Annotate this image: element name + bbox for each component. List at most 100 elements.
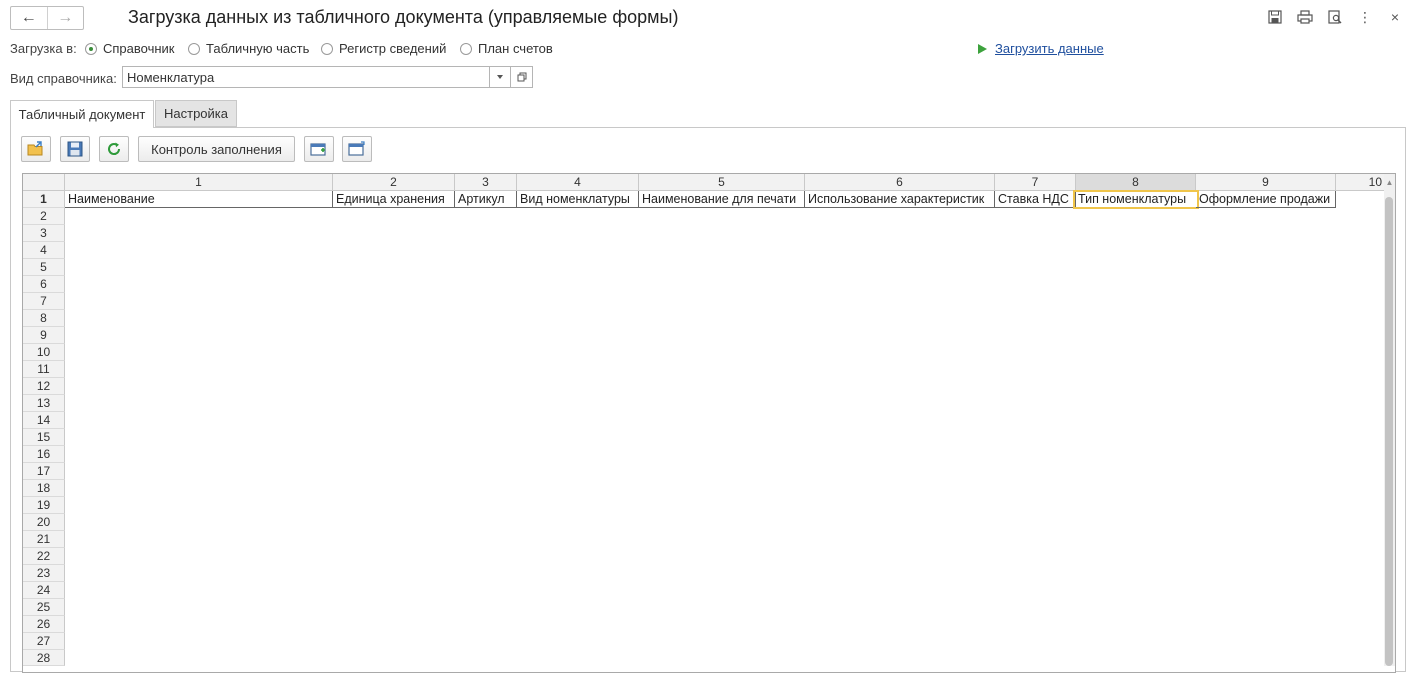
row-header[interactable]: 7 xyxy=(23,293,65,310)
row-header[interactable]: 19 xyxy=(23,497,65,514)
table-insert-icon xyxy=(310,143,326,156)
close-icon[interactable]: × xyxy=(1380,8,1410,26)
row-header[interactable]: 9 xyxy=(23,327,65,344)
arrow-left-icon: ← xyxy=(20,9,37,26)
sheet-cell[interactable]: Единица хранения xyxy=(333,191,455,208)
check-fill-button[interactable]: Контроль заполнения xyxy=(138,136,295,162)
column-header[interactable]: 1 xyxy=(65,174,333,191)
catalog-kind-value: Номенклатура xyxy=(127,69,215,85)
row-header[interactable]: 22 xyxy=(23,548,65,565)
chevron-down-icon xyxy=(497,75,503,79)
print-icon[interactable] xyxy=(1290,8,1320,26)
row-header[interactable]: 21 xyxy=(23,531,65,548)
row-header[interactable]: 15 xyxy=(23,429,65,446)
catalog-kind-dropdown-button[interactable] xyxy=(490,66,511,88)
tab-spreadsheet-label: Табличный документ xyxy=(18,107,146,122)
arrow-right-icon: → xyxy=(57,9,74,26)
radio-chart-of-accounts[interactable]: План счетов xyxy=(460,41,553,56)
sheet-cell-selected[interactable]: Тип номенклатуры xyxy=(1073,190,1199,209)
column-header[interactable]: 10 xyxy=(1336,174,1384,191)
row-header[interactable]: 5 xyxy=(23,259,65,276)
radio-info-register[interactable]: Регистр сведений xyxy=(321,41,446,56)
column-header[interactable]: 4 xyxy=(517,174,639,191)
catalog-kind-label: Вид справочника: xyxy=(10,71,117,86)
sheet-cell[interactable]: Наименование для печати xyxy=(639,191,805,208)
save-icon[interactable] xyxy=(1260,8,1290,26)
row-header[interactable]: 23 xyxy=(23,565,65,582)
page-title: Загрузка данных из табличного документа … xyxy=(128,7,679,27)
row-header[interactable]: 1 xyxy=(23,191,65,208)
row-header[interactable]: 11 xyxy=(23,361,65,378)
insert-column-button[interactable] xyxy=(342,136,372,162)
row-header[interactable]: 25 xyxy=(23,599,65,616)
row-header[interactable]: 18 xyxy=(23,480,65,497)
table-add-icon xyxy=(348,141,365,156)
sheet-cell[interactable]: Наименование xyxy=(65,191,333,208)
radio-unchecked-icon xyxy=(460,42,472,55)
row-header[interactable]: 16 xyxy=(23,446,65,463)
open-window-icon xyxy=(517,72,526,82)
column-header[interactable]: 9 xyxy=(1196,174,1336,191)
window-actions: ⋮ × xyxy=(1260,8,1410,26)
row-header[interactable]: 27 xyxy=(23,633,65,650)
radio-checked-icon xyxy=(85,42,97,55)
sheet-cell[interactable]: Использование характеристик xyxy=(805,191,995,208)
scrollbar-thumb[interactable] xyxy=(1385,197,1393,666)
row-header[interactable]: 24 xyxy=(23,582,65,599)
refresh-button[interactable] xyxy=(99,136,129,162)
tab-settings-label: Настройка xyxy=(164,106,228,121)
row-header[interactable]: 14 xyxy=(23,412,65,429)
sheet-cell[interactable]: Ставка НДС xyxy=(995,191,1076,208)
navigation-buttons: ← → xyxy=(10,6,84,30)
column-header[interactable]: 5 xyxy=(639,174,805,191)
tab-spreadsheet[interactable]: Табличный документ xyxy=(10,100,154,128)
floppy-disk-icon xyxy=(67,141,83,157)
row-header[interactable]: 28 xyxy=(23,650,65,666)
row-header[interactable]: 17 xyxy=(23,463,65,480)
row-header[interactable]: 2 xyxy=(23,208,65,225)
insert-row-button[interactable] xyxy=(304,136,334,162)
row-header[interactable]: 20 xyxy=(23,514,65,531)
row-header[interactable]: 26 xyxy=(23,616,65,633)
catalog-kind-open-button[interactable] xyxy=(511,66,533,88)
check-fill-label: Контроль заполнения xyxy=(151,141,282,157)
preview-icon[interactable] xyxy=(1320,8,1350,26)
sheet-cell[interactable]: Оформление продажи xyxy=(1196,191,1336,208)
sheet-cell[interactable]: Артикул xyxy=(455,191,517,208)
load-data-link[interactable]: Загрузить данные xyxy=(978,41,1104,56)
catalog-kind-input[interactable]: Номенклатура xyxy=(122,66,490,88)
load-data-label: Загрузить данные xyxy=(995,41,1104,56)
radio-tabular-section[interactable]: Табличную часть xyxy=(188,41,309,56)
column-header-selected[interactable]: 8 xyxy=(1076,174,1196,191)
row-header[interactable]: 3 xyxy=(23,225,65,242)
play-icon xyxy=(978,43,987,54)
radio-catalog[interactable]: Справочник xyxy=(85,41,175,56)
radio-chart-of-accounts-label: План счетов xyxy=(478,41,553,56)
sheet-corner[interactable] xyxy=(23,174,65,191)
radio-info-register-label: Регистр сведений xyxy=(339,41,447,56)
back-button[interactable]: ← xyxy=(11,7,47,29)
forward-button[interactable]: → xyxy=(46,7,84,29)
column-header[interactable]: 7 xyxy=(995,174,1076,191)
sheet-cell[interactable]: Вид номенклатуры xyxy=(517,191,639,208)
load-to-label: Загрузка в: xyxy=(10,41,77,56)
column-header[interactable]: 3 xyxy=(455,174,517,191)
scroll-up-icon[interactable]: ▲ xyxy=(1384,176,1395,190)
column-header[interactable]: 6 xyxy=(805,174,995,191)
radio-tabular-section-label: Табличную часть xyxy=(206,41,310,56)
more-icon[interactable]: ⋮ xyxy=(1350,8,1380,26)
row-header[interactable]: 6 xyxy=(23,276,65,293)
radio-catalog-label: Справочник xyxy=(103,41,175,56)
open-file-button[interactable] xyxy=(21,136,51,162)
radio-unchecked-icon xyxy=(188,42,200,55)
spreadsheet[interactable] xyxy=(22,173,1396,673)
row-header[interactable]: 12 xyxy=(23,378,65,395)
row-header[interactable]: 10 xyxy=(23,344,65,361)
tab-settings[interactable]: Настройка xyxy=(155,100,237,127)
open-folder-icon xyxy=(27,141,43,156)
row-header[interactable]: 13 xyxy=(23,395,65,412)
row-header[interactable]: 8 xyxy=(23,310,65,327)
row-header[interactable]: 4 xyxy=(23,242,65,259)
column-header[interactable]: 2 xyxy=(333,174,455,191)
save-file-button[interactable] xyxy=(60,136,90,162)
